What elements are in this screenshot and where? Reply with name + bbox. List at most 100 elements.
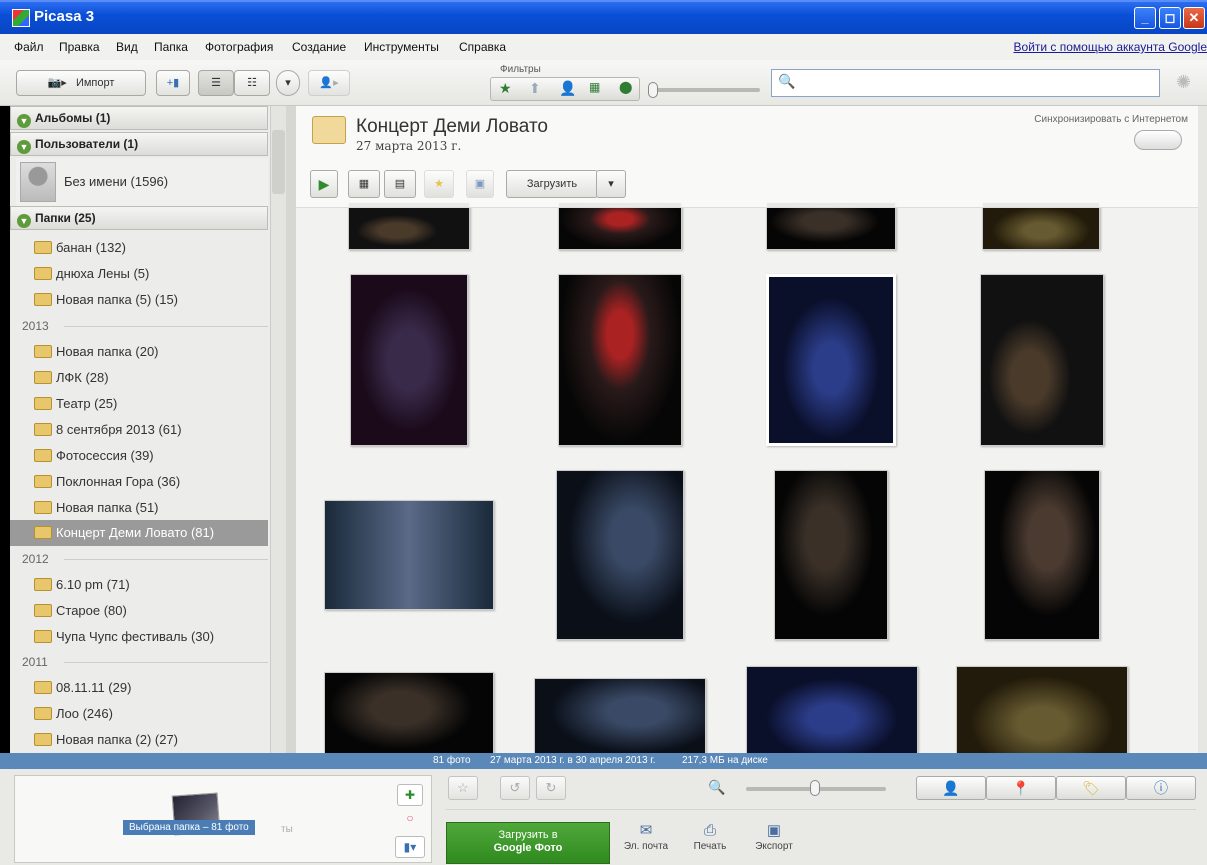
folder-icon xyxy=(34,371,52,384)
save-button[interactable]: ▣ xyxy=(466,170,494,198)
sync-toggle[interactable] xyxy=(1134,130,1182,150)
folders-section-header[interactable]: ▼ Папки (25) xyxy=(10,206,268,230)
folder-item[interactable]: Фотосессия (39) xyxy=(10,443,268,469)
photo-thumbnail[interactable] xyxy=(746,666,918,753)
email-button[interactable]: ✉ Эл. почта xyxy=(616,821,676,852)
folder-item[interactable]: 8 сентября 2013 (61) xyxy=(10,417,268,443)
folder-item[interactable]: Новая папка (20) xyxy=(10,339,268,365)
folder-item[interactable]: Чупа Чупс фестиваль (30) xyxy=(10,624,268,650)
photo-thumbnail[interactable] xyxy=(556,470,684,640)
add-to-album-dropdown[interactable]: ▮▾ xyxy=(395,836,425,858)
menu-photo[interactable]: Фотография xyxy=(205,40,273,54)
photo-thumbnail[interactable] xyxy=(558,202,682,250)
folder-item[interactable]: Новая папка (5) (15) xyxy=(10,287,268,313)
panel-splitter[interactable] xyxy=(286,106,296,753)
date-slider-thumb[interactable] xyxy=(648,82,658,98)
photo-thumbnail[interactable] xyxy=(774,470,888,640)
maximize-button[interactable]: ◻ xyxy=(1159,7,1181,29)
folder-item[interactable]: Театр (25) xyxy=(10,391,268,417)
star-photo-button[interactable]: ☆ xyxy=(448,776,478,800)
menu-tools[interactable]: Инструменты xyxy=(364,40,439,54)
photo-thumbnail[interactable] xyxy=(324,672,494,753)
tree-view-button[interactable]: ☷ xyxy=(234,70,270,96)
hold-pin-button[interactable]: ✚ xyxy=(397,784,423,806)
menu-edit[interactable]: Правка xyxy=(59,40,100,54)
folder-item[interactable]: Поклонная Гора (36) xyxy=(10,469,268,495)
list-view-button[interactable]: ☰ xyxy=(198,70,234,96)
photo-thumbnail[interactable] xyxy=(980,274,1104,446)
sidebar-scroll-thumb[interactable] xyxy=(272,130,285,194)
print-button[interactable]: ⎙ Печать xyxy=(680,821,740,852)
folder-item[interactable]: ЛФК (28) xyxy=(10,365,268,391)
menu-folder[interactable]: Папка xyxy=(154,40,188,54)
photo-thumbnail[interactable] xyxy=(558,274,682,446)
photo-thumbnail[interactable] xyxy=(350,274,468,446)
geotag-filter-icon[interactable]: ⬤ xyxy=(619,80,632,94)
users-section-header[interactable]: ▼ Пользователи (1) xyxy=(10,132,268,156)
import-button[interactable]: 📷▸ Импорт xyxy=(16,70,146,96)
slideshow-play-button[interactable]: ▶ xyxy=(310,170,338,198)
add-to-album-button[interactable]: +▮ xyxy=(156,70,190,96)
folder-item[interactable]: банан (132) xyxy=(10,235,268,261)
folder-icon xyxy=(34,501,52,514)
sidebar-scrollbar[interactable] xyxy=(270,106,286,753)
zoom-slider-thumb[interactable] xyxy=(810,780,820,796)
folder-item-selected[interactable]: Концерт Деми Ловато (81) xyxy=(10,520,268,546)
year-divider: 2012 xyxy=(22,549,268,569)
collage-button[interactable]: ▦ xyxy=(348,170,380,198)
export-button[interactable]: ▣ Экспорт xyxy=(744,821,804,852)
menu-view[interactable]: Вид xyxy=(116,40,138,54)
movie-button[interactable]: ▤ xyxy=(384,170,416,198)
upload-to-google-photos-button[interactable]: Загрузить в Google Фото xyxy=(446,822,610,864)
folder-item[interactable]: 08.11.11 (29) xyxy=(10,675,268,701)
close-button[interactable]: ✕ xyxy=(1183,7,1205,29)
menu-file[interactable]: Файл xyxy=(14,40,44,54)
upload-button[interactable]: Загрузить xyxy=(506,170,598,198)
rotate-right-button[interactable]: ↻ xyxy=(536,776,566,800)
photo-thumbnail[interactable] xyxy=(348,202,470,250)
folder-icon xyxy=(34,293,52,306)
rotate-left-button[interactable]: ↺ xyxy=(500,776,530,800)
photo-thumbnail[interactable] xyxy=(956,666,1128,753)
album-date: 27 марта 2013 г. xyxy=(356,139,462,153)
upload-filter-icon[interactable]: ⬆ xyxy=(529,80,541,97)
upload-options-dropdown[interactable]: ▾ xyxy=(596,170,626,198)
google-signin-link[interactable]: Войти с помощью аккаунта Google xyxy=(1014,40,1207,54)
year-divider: 2011 xyxy=(22,652,268,672)
menu-help[interactable]: Справка xyxy=(459,40,506,54)
star-button[interactable]: ★ xyxy=(424,170,454,198)
grid-scrollbar[interactable] xyxy=(1198,106,1207,753)
people-button[interactable]: 👤▸ xyxy=(308,70,350,96)
tray-selection-label: Выбрана папка – 81 фото xyxy=(123,820,255,835)
photo-thumbnail[interactable] xyxy=(534,678,706,753)
star-filter-icon[interactable]: ★ xyxy=(499,80,512,97)
photo-thumbnail[interactable] xyxy=(324,500,494,610)
search-input[interactable]: 🔍 xyxy=(771,69,1160,97)
folder-icon xyxy=(34,526,52,539)
menu-create[interactable]: Создание xyxy=(292,40,346,54)
minimize-button[interactable]: _ xyxy=(1134,7,1156,29)
folder-item[interactable]: Старое (80) xyxy=(10,598,268,624)
folder-item[interactable]: днюха Лены (5) xyxy=(10,261,268,287)
photo-thumbnail[interactable] xyxy=(766,202,896,250)
date-slider-track[interactable] xyxy=(652,88,760,92)
people-tab[interactable]: 👤 xyxy=(916,776,986,800)
user-item[interactable]: Без имени (1596) xyxy=(16,158,268,208)
folder-item[interactable]: Новая папка (2) (27) xyxy=(10,727,268,753)
info-tab[interactable]: ⓘ xyxy=(1126,776,1196,800)
photo-thumbnail-selected[interactable] xyxy=(766,274,896,446)
albums-section-header[interactable]: ▼ Альбомы (1) xyxy=(10,106,268,130)
tags-tab[interactable]: 🏷 xyxy=(1056,776,1126,800)
places-tab[interactable]: 📍 xyxy=(986,776,1056,800)
photo-thumbnail[interactable] xyxy=(984,470,1100,640)
photo-thumbnail[interactable] xyxy=(982,202,1100,250)
clear-tray-button[interactable]: ○ xyxy=(397,808,423,830)
video-filter-icon[interactable]: ▦ xyxy=(589,80,600,94)
folder-icon xyxy=(312,116,346,144)
folder-item[interactable]: 6.10 pm (71) xyxy=(10,572,268,598)
folder-item[interactable]: Лоо (246) xyxy=(10,701,268,727)
folder-icon xyxy=(34,604,52,617)
folder-item[interactable]: Новая папка (51) xyxy=(10,495,268,521)
view-options-dropdown[interactable]: ▾ xyxy=(276,70,300,96)
face-filter-icon[interactable]: 👤 xyxy=(559,80,576,97)
